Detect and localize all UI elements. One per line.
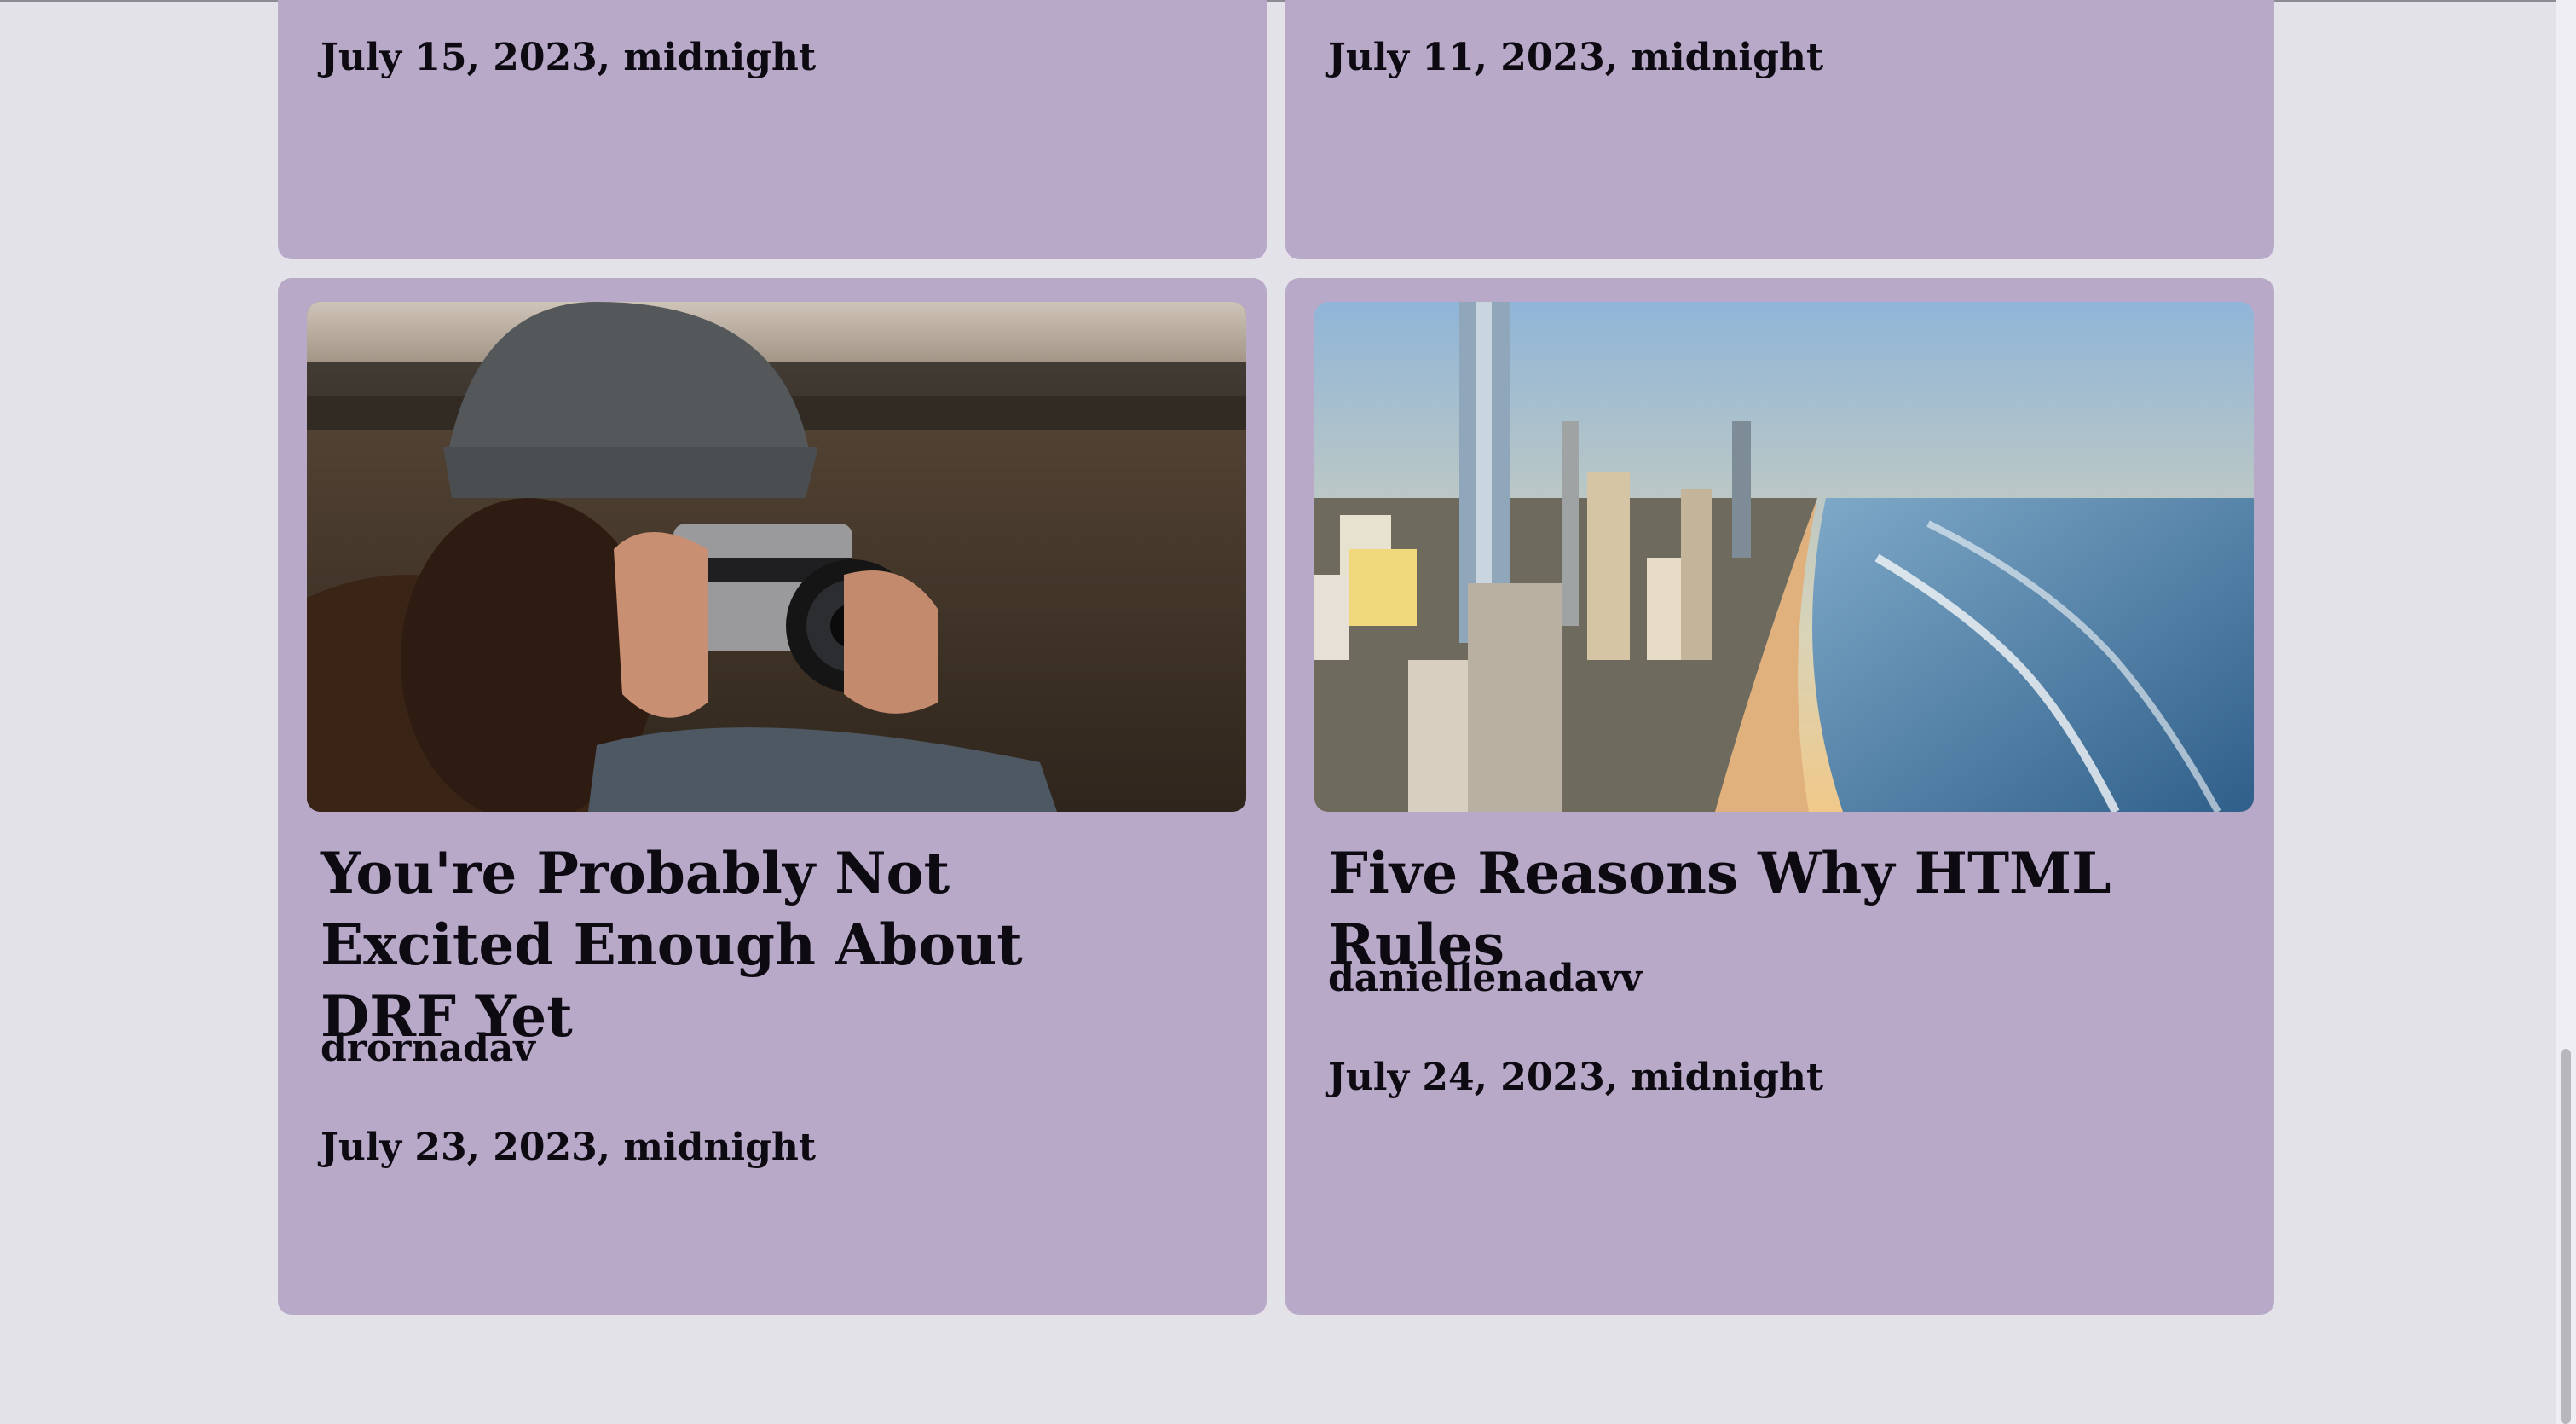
post-card[interactable]: You're Probably Not Excited Enough About… [278, 278, 1267, 1315]
post-date: July 11, 2023, midnight [1328, 36, 1824, 79]
post-card[interactable]: Five Reasons Why HTML Rules daniellenada… [1285, 278, 2274, 1315]
post-card[interactable]: admin July 11, 2023, midnight [1285, 0, 2274, 259]
post-date: July 15, 2023, midnight [321, 36, 817, 79]
post-date: July 24, 2023, midnight [1328, 1056, 1824, 1099]
photographer-with-camera-image[interactable] [307, 302, 1246, 812]
post-title[interactable]: You're Probably Not Excited Enough About… [321, 837, 1173, 1052]
coastal-city-skyline-image[interactable] [1314, 302, 2254, 812]
post-card[interactable]: admin July 15, 2023, midnight [278, 0, 1267, 259]
vertical-scrollbar-thumb[interactable] [2561, 1049, 2571, 1424]
post-date: July 23, 2023, midnight [321, 1126, 817, 1169]
post-author: daniellenadavv [1328, 957, 1643, 1000]
post-author: drornadav [321, 1027, 535, 1070]
